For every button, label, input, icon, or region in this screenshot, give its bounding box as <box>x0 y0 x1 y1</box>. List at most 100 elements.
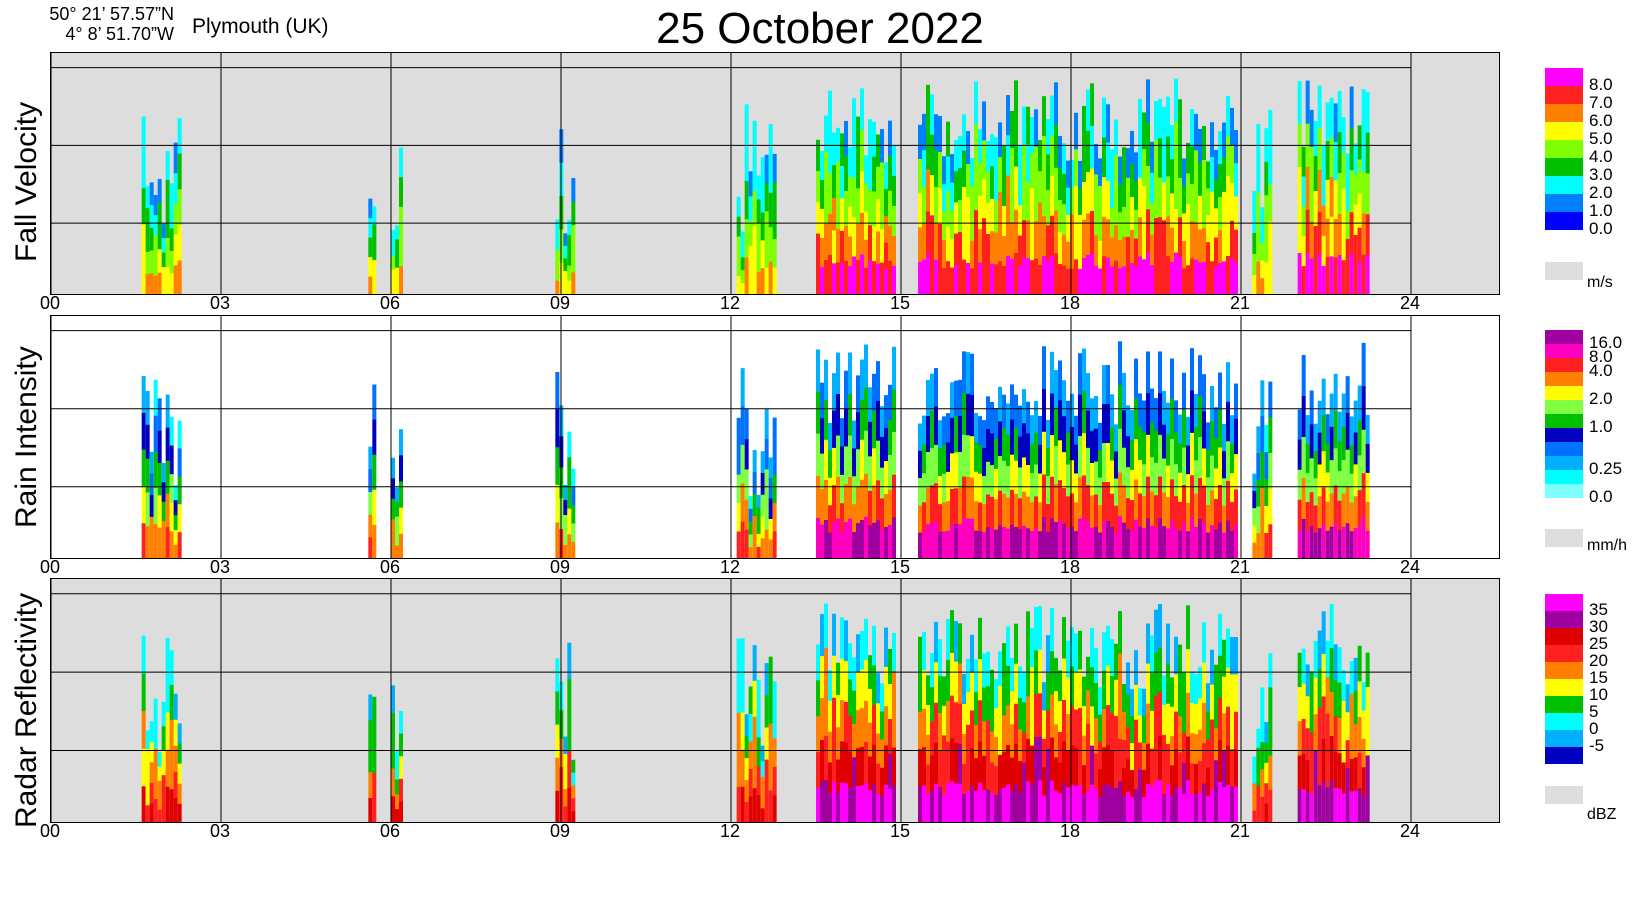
rain-cell <box>399 756 403 780</box>
rain-cell <box>1078 187 1082 216</box>
rain-cell <box>1313 260 1318 294</box>
rain-cell <box>876 520 880 558</box>
rain-cell <box>1194 393 1198 428</box>
rain-cell <box>922 502 926 532</box>
rain-cell <box>1202 125 1206 161</box>
rain-cell <box>1341 152 1346 190</box>
rain-cell <box>1317 669 1322 709</box>
rain-cell <box>1297 499 1302 531</box>
rain-cell <box>1006 528 1010 558</box>
rain-cell <box>1142 742 1146 771</box>
rain-cell <box>1082 105 1086 145</box>
rain-cell <box>1058 135 1062 169</box>
rain-cell <box>1218 447 1222 486</box>
rain-cell <box>169 685 174 721</box>
rain-cell <box>368 772 373 799</box>
rain-cell <box>828 254 832 294</box>
rain-cell <box>1082 219 1086 259</box>
rain-cell <box>1122 739 1126 769</box>
rain-cell <box>832 447 836 486</box>
rain-cell <box>1090 398 1094 432</box>
rain-cell <box>848 147 852 178</box>
rain-cell <box>1090 462 1094 496</box>
rain-cell <box>555 234 560 251</box>
rain-cell <box>1106 219 1110 259</box>
rain-cell <box>970 268 974 294</box>
rain-cell <box>1230 531 1234 558</box>
rain-cell <box>145 730 150 750</box>
rain-cell <box>824 359 828 401</box>
radar-reflectivity-no-data-swatch <box>1545 786 1583 804</box>
rain-cell <box>1260 687 1265 716</box>
rain-cell <box>1018 697 1022 730</box>
rain-cell <box>934 521 938 558</box>
legend-swatch <box>1545 611 1583 628</box>
rain-cell <box>395 749 399 766</box>
rain-cell <box>1138 493 1142 528</box>
rain-cell <box>1026 496 1030 529</box>
legend-swatch <box>1545 442 1583 456</box>
rain-cell <box>1034 221 1038 260</box>
rain-cell <box>998 226 1002 262</box>
rain-cell <box>1365 414 1370 445</box>
rain-cell <box>926 379 930 417</box>
rain-cell <box>1138 177 1142 218</box>
rain-cell <box>934 223 938 261</box>
rain-cell <box>970 394 974 437</box>
rain-cell <box>161 482 166 503</box>
rain-cell <box>1337 254 1342 294</box>
rain-cell <box>880 406 884 438</box>
rain-cell <box>892 517 896 558</box>
rain-cell <box>169 273 174 294</box>
legend-label: -5 <box>1589 736 1605 755</box>
rain-cell <box>1345 486 1350 524</box>
rain-cell <box>1178 99 1182 140</box>
rain-cell <box>1098 240 1102 269</box>
rain-cell <box>1166 743 1170 785</box>
rain-cell <box>1094 204 1098 236</box>
rain-cell <box>1357 525 1362 558</box>
rain-cell <box>844 522 848 558</box>
rain-cell <box>1122 206 1126 238</box>
rain-cell <box>1178 138 1182 179</box>
rain-cell <box>1050 476 1054 519</box>
rain-cell <box>978 782 982 822</box>
rain-cell <box>824 399 828 441</box>
rain-cell <box>820 266 824 294</box>
rain-cell <box>1026 465 1030 498</box>
rain-cell <box>1268 221 1273 260</box>
rain-cell <box>1110 427 1114 462</box>
rain-cell <box>1006 95 1010 136</box>
rain-cell <box>1030 784 1034 822</box>
rain-cell <box>1130 716 1134 744</box>
rain-cell <box>764 439 769 470</box>
rain-cell <box>954 202 958 235</box>
rain-cell <box>571 785 576 799</box>
rain-cell <box>1118 240 1122 269</box>
rain-cell <box>922 708 926 748</box>
rain-cell <box>1134 238 1138 268</box>
rain-cell <box>938 420 942 449</box>
x-tick-label: 03 <box>209 821 231 841</box>
rain-cell <box>824 151 828 189</box>
rain-cell <box>1074 671 1078 711</box>
rain-cell <box>1365 652 1370 688</box>
rain-cell <box>1170 519 1174 558</box>
rain-cell <box>872 705 876 746</box>
rain-cell <box>157 795 162 811</box>
rain-cell <box>1142 769 1146 798</box>
rain-cell <box>1256 766 1261 787</box>
rain-cell <box>1046 672 1050 712</box>
rain-cell <box>1174 496 1178 529</box>
rain-cell <box>161 238 166 254</box>
rain-cell <box>1214 237 1218 268</box>
rain-cell <box>752 260 757 294</box>
rain-cell <box>760 184 765 214</box>
rain-cell <box>1090 745 1094 786</box>
rain-cell <box>1126 529 1130 558</box>
rain-cell <box>1341 260 1346 294</box>
rain-cell <box>740 483 745 523</box>
rain-cell <box>1361 795 1366 822</box>
rain-cell <box>1154 139 1158 180</box>
rain-cell <box>1337 471 1342 502</box>
